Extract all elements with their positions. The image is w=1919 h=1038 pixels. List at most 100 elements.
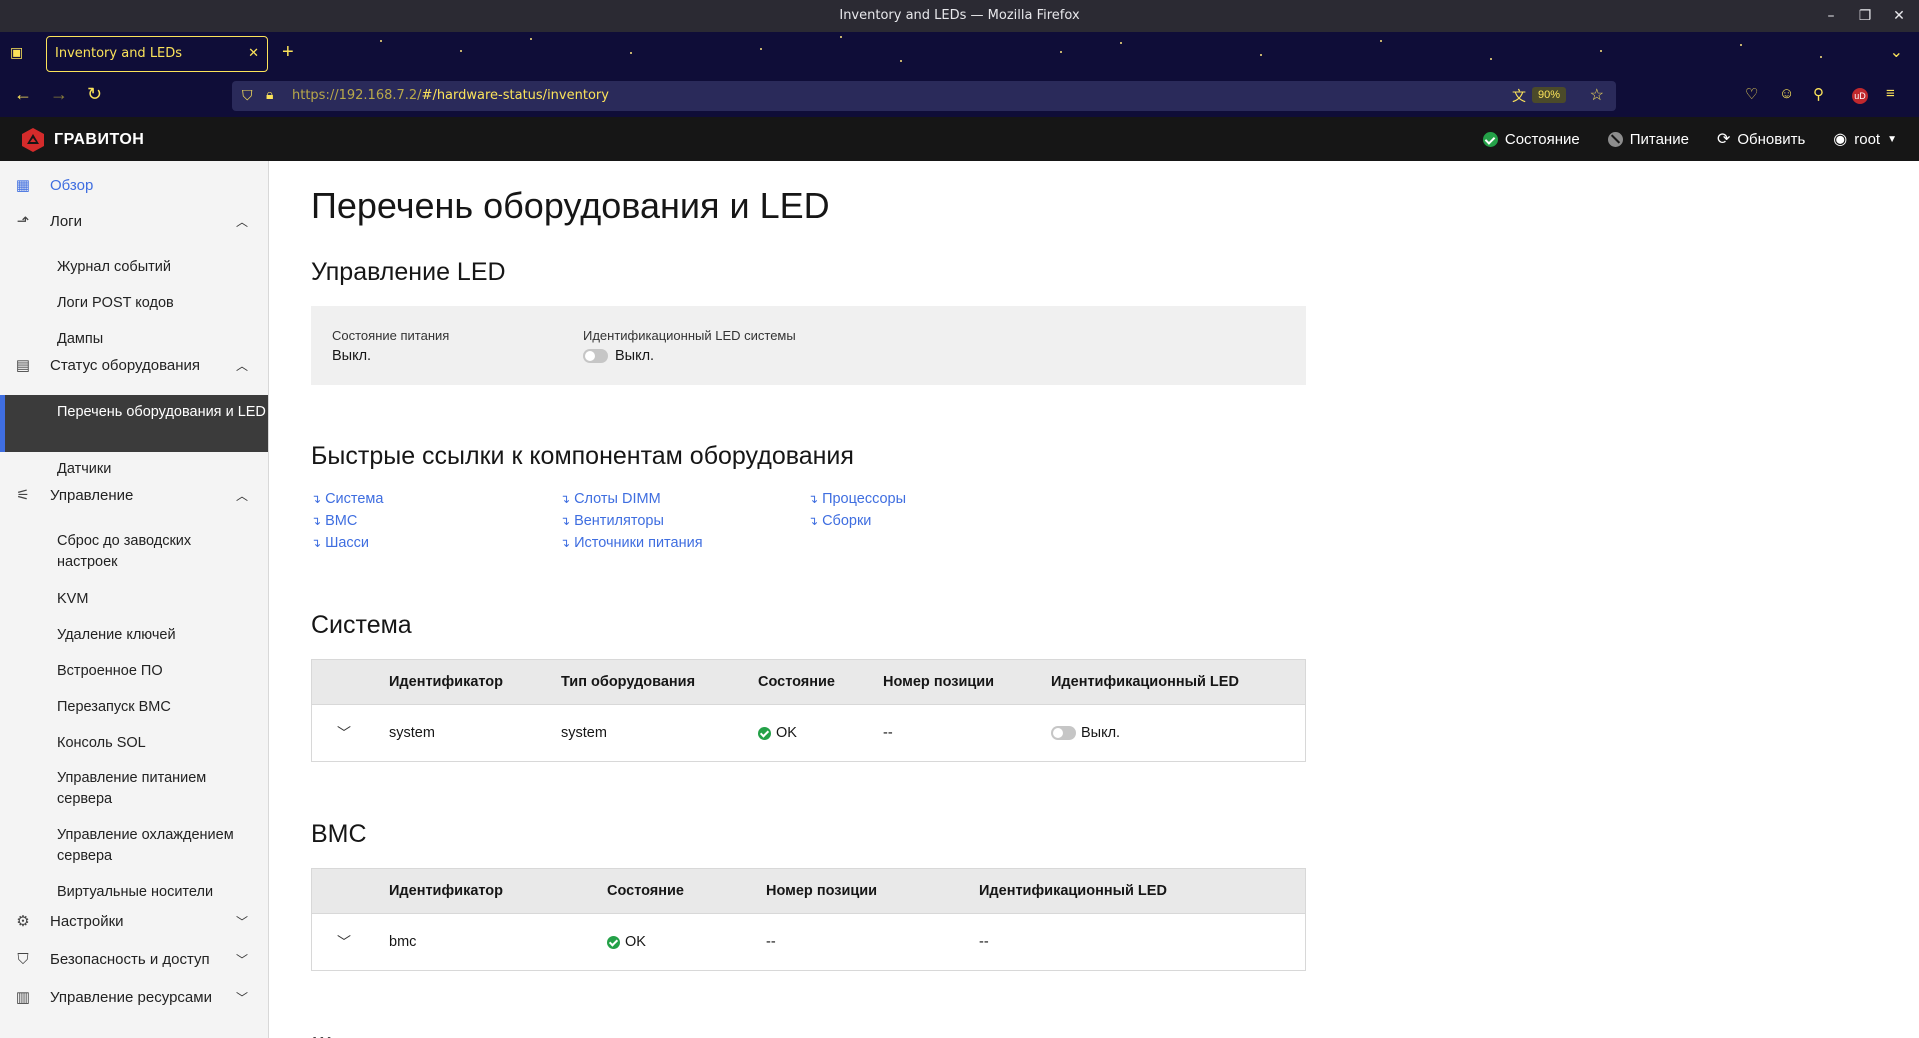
extensions-icon[interactable]: ⚲ [1813,85,1824,103]
new-tab-button[interactable]: + [282,41,294,64]
forward-icon[interactable]: → [50,84,68,105]
sidebar-item-factory-reset[interactable]: Сброс до заводских настроек [0,531,260,573]
gear-icon: ⚙ [16,913,30,930]
system-led-toggle[interactable] [583,349,608,363]
pocket-icon[interactable]: ♡ [1745,85,1758,103]
chevron-down-icon: ﹀ [235,952,248,967]
sidebar-item-sol-console[interactable]: Консоль SOL [0,733,268,754]
cell-status: OK [758,725,797,741]
close-window-button[interactable]: ✕ [1889,0,1909,32]
power-state-block: Состояние питания Выкл. [332,328,449,364]
col-part-number[interactable]: Номер позиции [766,883,877,899]
arrow-down-icon: ↴ [560,492,571,506]
menu-icon[interactable]: ≡ [1886,85,1895,102]
col-id[interactable]: Идентификатор [389,674,503,690]
header-user-label: root [1854,130,1881,148]
zoom-badge[interactable]: 90% [1531,87,1566,103]
sidebar-item-virtual-media[interactable]: Виртуальные носители [0,882,268,903]
chevron-up-icon: ︿ [235,488,248,503]
table-row: ﹀ system system OK -- Выкл. [312,704,1305,761]
lock-warning-icon[interactable]: 🔒︎ [266,86,273,103]
reload-icon[interactable]: ↻ [87,84,102,105]
sidebar-item-key-clear[interactable]: Удаление ключей [0,625,268,646]
quick-link-fans[interactable]: ↴ Вентиляторы [560,513,664,529]
brand-logo-icon [22,128,44,152]
sidebar-item-event-log[interactable]: Журнал событий [0,257,268,278]
app-header: ГРАВИТОН Состояние Питание ⟳ Обновить ◉ … [0,117,1919,161]
status-ok-icon [758,726,771,740]
quick-link-chassis[interactable]: ↴ Шасси [311,535,369,551]
account-icon[interactable]: ☺ [1779,85,1794,102]
sidebar-item-firmware[interactable]: Встроенное ПО [0,661,268,682]
tab-title: Inventory and LEDs [55,46,183,61]
col-id[interactable]: Идентификатор [389,883,503,899]
header-status-button[interactable]: Состояние [1482,130,1580,148]
ublock-icon[interactable]: uD [1852,88,1868,104]
minimize-button[interactable]: – [1821,0,1841,32]
col-id-led[interactable]: Идентификационный LED [1051,674,1239,690]
quick-link-assemblies[interactable]: ↴ Сборки [808,513,871,529]
table-row: ﹀ bmc OK -- -- [312,913,1305,970]
col-part-number[interactable]: Номер позиции [883,674,994,690]
quick-link-dimm[interactable]: ↴ Слоты DIMM [560,491,661,507]
tab-strip: ▣ Inventory and LEDs ✕ + ⌄ [0,32,1919,75]
col-status[interactable]: Состояние [758,674,835,690]
power-state-value: Выкл. [332,348,372,364]
window-controls: – ❐ ✕ [1821,0,1909,32]
shield-icon: ⛉ [17,950,29,968]
expand-row-chevron-icon[interactable]: ﹀ [337,932,351,952]
url-bar[interactable]: ⛉ 🔒︎ https://192.168.7.2/#/hardware-stat… [232,81,1616,111]
bookmark-star-icon[interactable]: ☆ [1590,85,1604,105]
col-id-led[interactable]: Идентификационный LED [979,883,1167,899]
quick-links-title: Быстрые ссылки к компонентам оборудовани… [311,442,854,470]
user-avatar-icon: ◉ [1833,131,1848,148]
maximize-button[interactable]: ❐ [1855,0,1875,32]
led-panel: Состояние питания Выкл. Идентификационны… [311,306,1306,385]
quick-link-system[interactable]: ↴ Система [311,491,383,507]
col-type[interactable]: Тип оборудования [561,674,695,690]
system-table: Идентификатор Тип оборудования Состояние… [311,659,1306,762]
translate-icon[interactable]: 文 [1512,86,1526,106]
bmc-table: Идентификатор Состояние Номер позиции Ид… [311,868,1306,971]
tab-close-icon[interactable]: ✕ [248,37,259,71]
quick-link-bmc[interactable]: ↴ BMC [311,513,357,529]
power-state-label: Состояние питания [332,328,450,343]
sidebar-item-reboot-bmc[interactable]: Перезапуск BMC [0,697,268,718]
arrow-down-icon: ↴ [560,536,571,550]
sidebar-item-sensors[interactable]: Датчики [0,459,268,480]
tracking-shield-icon[interactable]: ⛉ [242,87,253,104]
back-icon[interactable]: ← [14,84,32,105]
header-refresh-button[interactable]: ⟳ Обновить [1717,129,1805,149]
system-led-value: Выкл. [615,348,655,364]
browser-tab[interactable]: Inventory and LEDs ✕ [46,36,268,72]
cell-status: OK [607,934,646,950]
sidebar-item-kvm[interactable]: KVM [0,589,268,610]
sidebar-item-post-codes[interactable]: Логи POST кодов [0,293,268,314]
brand-logo[interactable]: ГРАВИТОН [20,127,144,153]
browser-navbar: ← → ↻ ⛉ 🔒︎ https://192.168.7.2/#/hardwar… [0,75,1919,117]
cell-part-number: -- [883,725,893,741]
quick-link-processors[interactable]: ↴ Процессоры [808,491,906,507]
bmc-table-header: Идентификатор Состояние Номер позиции Ид… [312,869,1305,913]
header-user-menu[interactable]: ◉ root ▼ [1833,129,1897,149]
sliders-icon: ⚟ [16,487,30,504]
power-off-icon [1607,131,1623,147]
chevron-up-icon: ︿ [235,214,248,229]
sidebar-item-power-ops[interactable]: Управление питанием сервера [0,768,260,810]
quick-link-power-supplies[interactable]: ↴ Источники питания [560,535,703,551]
window-titlebar: Inventory and LEDs — Mozilla Firefox – ❐… [0,0,1919,32]
refresh-icon: ⟳ [1716,131,1731,148]
col-status[interactable]: Состояние [607,883,684,899]
header-status-label: Состояние [1504,130,1580,148]
sidebar-item-cooling[interactable]: Управление охлаждением сервера [0,825,260,867]
tab-list-icon[interactable]: ▣ [10,44,30,64]
sidebar-item-inventory[interactable]: Перечень оборудования и LED [0,395,268,452]
list-tabs-chevron-icon[interactable]: ⌄ [1890,42,1903,62]
system-row-led-toggle[interactable] [1051,726,1076,740]
header-power-button[interactable]: Питание [1607,131,1689,148]
url-text[interactable]: https://192.168.7.2/#/hardware-status/in… [292,88,609,103]
expand-row-chevron-icon[interactable]: ﹀ [337,723,351,743]
cell-id: bmc [389,934,417,950]
sidebar-item-dumps[interactable]: Дампы [0,329,268,350]
arrow-down-icon: ↴ [808,514,819,528]
